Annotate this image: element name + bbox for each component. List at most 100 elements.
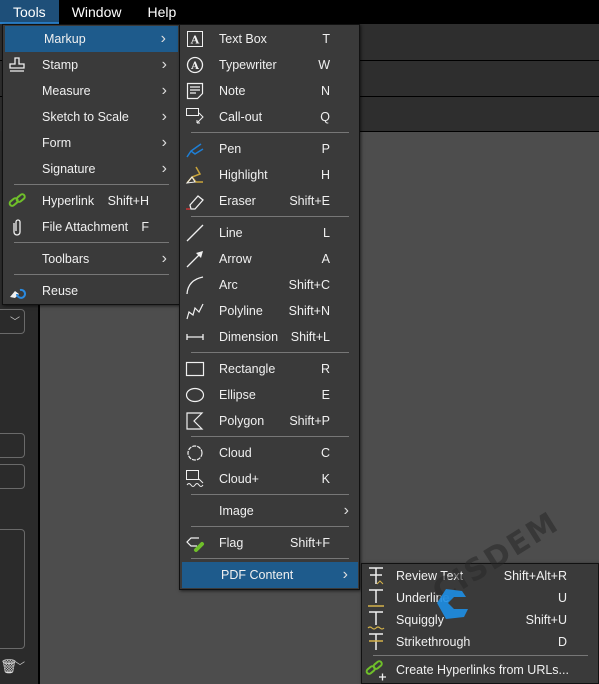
input-field[interactable] [0,433,25,458]
menu-item-cloud[interactable]: Cloud+ K [180,466,359,492]
menu-item-label: Dimension [219,330,279,344]
chevron-down-icon[interactable]: ﹀ [15,658,25,673]
shortcut-label: Shift+N [288,304,330,318]
menu-item-reuse[interactable]: Reuse [3,278,179,304]
menu-item-label: Eraser [219,194,256,208]
arrow-icon [184,248,206,270]
chevron-right-icon: › [161,56,167,73]
menu-item-underline[interactable]: Underline U [362,587,598,609]
chevron-right-icon: › [161,134,167,151]
menu-item-label: Polyline [219,304,263,318]
menu-window[interactable]: Window [59,0,135,24]
menu-item-create-hyperlinks-from-urls[interactable]: Create Hyperlinks from URLs... [362,659,598,681]
link-icon [6,190,28,212]
dropdown[interactable]: ﹀ [0,309,25,334]
menu-item-label: Create Hyperlinks from URLs... [396,663,569,677]
menu-item-hyperlink[interactable]: Hyperlink Shift+H [3,188,179,214]
svg-text:A: A [190,61,199,72]
squiggly-icon [365,609,387,631]
menu-item-label: PDF Content [221,568,294,582]
shortcut-label: L [323,226,330,240]
menu-item-label: Hyperlink [42,194,95,208]
menu-item-note[interactable]: Note N [180,78,359,104]
shortcut-label: E [321,388,330,402]
menu-item-arc[interactable]: Arc Shift+C [180,272,359,298]
menu-item-form[interactable]: Form › [3,130,179,156]
menu-item-label: Form [42,136,72,150]
menu-item-label: Text Box [219,32,267,46]
menu-item-label: Markup [44,32,86,46]
menu-item-pdf-content[interactable]: PDF Content › [182,562,358,588]
menu-item-arrow[interactable]: Arrow A [180,246,359,272]
shortcut-label: Shift+Alt+R [503,569,567,583]
menu-item-markup[interactable]: Markup › [5,26,178,52]
input-field[interactable] [0,464,25,489]
menu-item-squiggly[interactable]: Squiggly Shift+U [362,609,598,631]
paperclip-icon [6,216,28,238]
menu-item-line[interactable]: Line L [180,220,359,246]
menu-item-highlight[interactable]: Highlight H [180,162,359,188]
menu-item-cloud[interactable]: Cloud C [180,440,359,466]
shortcut-label: A [321,252,330,266]
menu-item-dimension[interactable]: Dimension Shift+L [180,324,359,350]
menu-item-rectangle[interactable]: Rectangle R [180,356,359,382]
shortcut-label: P [321,142,330,156]
menu-tools[interactable]: Tools [0,0,59,24]
shortcut-label: Shift+F [290,536,330,550]
menu-item-label: Flag [219,536,244,550]
menu-item-flag[interactable]: Flag Shift+F [180,530,359,556]
menu-item-label: Signature [42,162,96,176]
menu-item-label: Reuse [42,284,79,298]
polyline-icon [184,300,206,322]
menu-item-label: Rectangle [219,362,276,376]
review-text-icon [365,565,387,587]
menu-item-image[interactable]: Image › [180,498,359,524]
shortcut-label: U [557,591,567,605]
shortcut-label: Shift+U [525,613,567,627]
menu-item-label: Pen [219,142,242,156]
menu-item-polyline[interactable]: Polyline Shift+N [180,298,359,324]
menu-item-measure[interactable]: Measure › [3,78,179,104]
menu-item-typewriter[interactable]: A Typewriter W [180,52,359,78]
chevron-right-icon: › [342,566,348,583]
menu-item-label: Toolbars [42,252,90,266]
menu-item-eraser[interactable]: Eraser Shift+E [180,188,359,214]
menu-item-strikethrough[interactable]: Strikethrough D [362,631,598,653]
eraser-icon [184,190,206,212]
menu-item-label: Stamp [42,58,79,72]
stamp-icon [6,54,28,76]
menu-help[interactable]: Help [134,0,189,24]
menu-bar: Tools Window Help [0,0,599,24]
text-area[interactable] [0,529,25,649]
note-icon [184,80,206,102]
typewriter-icon: A [184,54,206,76]
polygon-icon [184,410,206,432]
menu-item-ellipse[interactable]: Ellipse E [180,382,359,408]
menu-item-call-out[interactable]: Call-out Q [180,104,359,130]
svg-text:A: A [190,34,200,47]
menu-item-label: Cloud+ [219,472,259,486]
arc-icon [184,274,206,296]
strikethrough-icon [365,631,387,653]
menu-item-signature[interactable]: Signature › [3,156,179,182]
create-hyperlinks-icon [365,659,387,681]
menu-item-file-attachment[interactable]: File Attachment F [3,214,179,240]
menu-item-label: Arrow [219,252,252,266]
menu-item-label: Arc [219,278,238,292]
shortcut-label: H [320,168,330,182]
menu-item-polygon[interactable]: Polygon Shift+P [180,408,359,434]
menu-item-stamp[interactable]: Stamp › [3,52,179,78]
menu-item-label: Polygon [219,414,265,428]
menu-item-label: Image [219,504,254,518]
cloud-plus-icon [184,468,206,490]
menu-item-label: Sketch to Scale [42,110,129,124]
menu-item-text-box[interactable]: A Text Box T [180,26,359,52]
menu-item-sketch-to-scale[interactable]: Sketch to Scale › [3,104,179,130]
shortcut-label: D [557,635,567,649]
chevron-right-icon: › [161,160,167,177]
shortcut-label: Shift+P [289,414,330,428]
menu-item-pen[interactable]: Pen P [180,136,359,162]
menu-item-label: Call-out [219,110,263,124]
rectangle-icon [184,358,206,380]
menu-item-toolbars[interactable]: Toolbars › [3,246,179,272]
